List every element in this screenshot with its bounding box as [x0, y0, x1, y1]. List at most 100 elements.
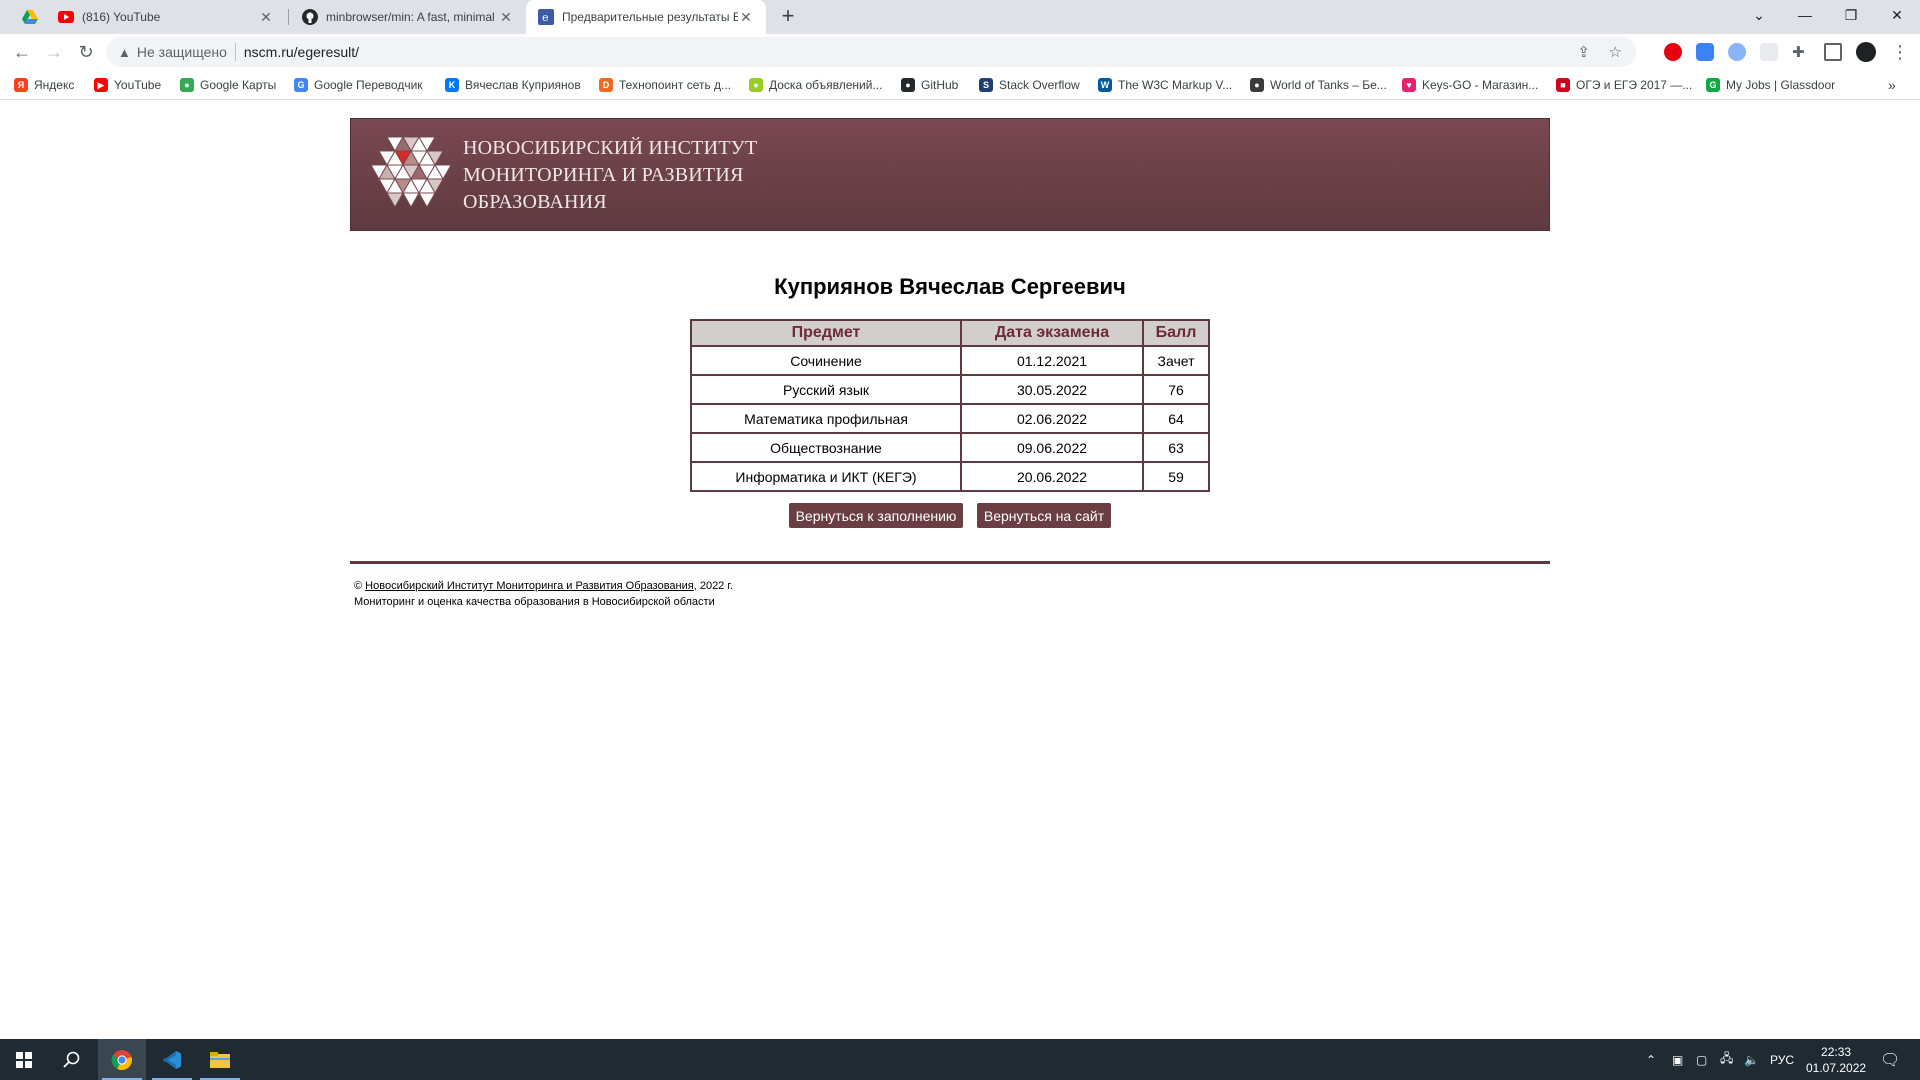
- windows-start-icon[interactable]: [0, 1039, 48, 1080]
- bookmark-vk[interactable]: K Вячеслав Куприянов: [445, 76, 581, 94]
- bookmark-oge-ege[interactable]: ■ ОГЭ и ЕГЭ 2017 —...: [1556, 76, 1692, 94]
- clock[interactable]: 22:33 01.07.2022: [1806, 1039, 1866, 1080]
- score-cell: 76: [1142, 374, 1210, 405]
- bookmark-google-maps[interactable]: ● Google Карты: [180, 76, 276, 94]
- bookmark-stackoverflow[interactable]: S Stack Overflow: [979, 76, 1080, 94]
- tab-title: minbrowser/min: A fast, minimal: [326, 10, 495, 24]
- bookmark-star-icon[interactable]: ☆: [1609, 37, 1622, 67]
- google-drive-icon: [22, 9, 38, 25]
- search-icon[interactable]: [48, 1039, 96, 1080]
- new-tab-button[interactable]: +: [776, 5, 800, 29]
- dns-icon: D: [599, 78, 613, 92]
- bookmark-world-of-tanks[interactable]: ● World of Tanks – Бе...: [1250, 76, 1387, 94]
- bookmark-youtube[interactable]: ▶ YouTube: [94, 76, 161, 94]
- bookmark-label: Stack Overflow: [999, 78, 1080, 92]
- chrome-taskbar-icon[interactable]: [98, 1039, 146, 1080]
- translate-icon: G: [294, 78, 308, 92]
- close-tab-icon[interactable]: ✕: [498, 9, 514, 26]
- bookmark-glassdoor[interactable]: G My Jobs | Glassdoor: [1706, 76, 1835, 94]
- institute-name-line: НОВОСИБИРСКИЙ ИНСТИТУТ: [463, 137, 758, 159]
- tab-search-icon[interactable]: ⌄: [1736, 0, 1782, 30]
- tab-title: (816) YouTube: [82, 10, 161, 24]
- footer-tagline: Мониторинг и оценка качества образования…: [354, 596, 715, 608]
- forward-arrow-icon[interactable]: →: [40, 38, 68, 66]
- vscode-taskbar-icon[interactable]: [148, 1039, 196, 1080]
- bookmark-w3c[interactable]: W The W3C Markup V...: [1098, 76, 1232, 94]
- reload-icon[interactable]: ↻: [72, 38, 100, 66]
- blank-extension-icon[interactable]: [1760, 43, 1778, 61]
- opera-extension-icon[interactable]: [1664, 43, 1682, 61]
- meet-now-icon[interactable]: ▣: [1672, 1039, 1683, 1080]
- bookmark-yandex[interactable]: Я Яндекс: [14, 76, 74, 94]
- footer-copyright: © Новосибирский Институт Мониторинга и Р…: [354, 578, 733, 594]
- security-status[interactable]: Не защищено: [137, 44, 227, 60]
- stackoverflow-icon: S: [979, 78, 993, 92]
- footer-divider: [350, 561, 1550, 564]
- date-cell: 30.05.2022: [960, 374, 1144, 405]
- share-icon[interactable]: ⇪: [1577, 37, 1590, 67]
- svg-text:e: e: [542, 11, 549, 24]
- restore-button[interactable]: ❐: [1828, 0, 1874, 30]
- back-arrow-icon[interactable]: ←: [8, 38, 36, 66]
- github-icon: [302, 9, 318, 25]
- bookmark-label: Google Карты: [200, 78, 277, 92]
- windows-taskbar: ⌃ ▣ ▢ 🖧 🔈 РУС 22:33 01.07.2022 🗨: [0, 1039, 1920, 1080]
- institute-name-line: ОБРАЗОВАНИЯ: [463, 191, 607, 213]
- screen-capture-icon[interactable]: ▢: [1696, 1039, 1707, 1080]
- close-tab-icon[interactable]: ✕: [738, 9, 754, 26]
- institute-link[interactable]: Новосибирский Институт Мониторинга и Раз…: [365, 580, 694, 592]
- bookmark-google-translate[interactable]: G Google Переводчик: [294, 76, 423, 94]
- close-tab-icon[interactable]: ✕: [258, 9, 274, 26]
- yandex-icon: Я: [14, 78, 28, 92]
- warning-icon[interactable]: ▲: [118, 45, 131, 60]
- bookmark-avito[interactable]: ● Доска объявлений...: [749, 76, 882, 94]
- menu-kebab-icon[interactable]: ⋮: [1886, 38, 1914, 66]
- more-bookmarks-icon[interactable]: »: [1888, 76, 1896, 94]
- institute-name: НОВОСИБИРСКИЙ ИНСТИТУТ МОНИТОРИНГА И РАЗ…: [463, 135, 757, 216]
- bookmark-technopoint[interactable]: D Технопоинт сеть д...: [599, 76, 731, 94]
- map-pin-icon: ●: [180, 78, 194, 92]
- bookmark-label: Доска объявлений...: [769, 78, 883, 92]
- bookmark-label: Google Переводчик: [314, 78, 423, 92]
- minimize-button[interactable]: —: [1782, 0, 1828, 30]
- file-explorer-icon[interactable]: [196, 1039, 244, 1080]
- close-window-button[interactable]: ✕: [1874, 0, 1920, 30]
- institute-banner: НОВОСИБИРСКИЙ ИНСТИТУТ МОНИТОРИНГА И РАЗ…: [350, 118, 1550, 231]
- network-icon[interactable]: 🖧: [1720, 1039, 1733, 1080]
- bookmarks-bar: Я Яндекс ▶ YouTube ● Google Карты G Google П…: [0, 70, 1920, 100]
- language-indicator[interactable]: РУС: [1770, 1039, 1794, 1080]
- tab-divider: [288, 9, 289, 25]
- url-text[interactable]: nscm.ru/egeresult/: [244, 44, 359, 60]
- notifications-icon[interactable]: 🗨: [1880, 1039, 1900, 1080]
- table-row: Обществознание 09.06.2022 63: [690, 432, 1210, 463]
- table-row: Сочинение 01.12.2021 Зачет: [690, 345, 1210, 376]
- search-extension-icon[interactable]: [1728, 43, 1746, 61]
- subject-cell: Сочинение: [690, 345, 962, 376]
- profile-avatar[interactable]: [1856, 42, 1876, 62]
- puzzle-extensions-icon[interactable]: ✚: [1792, 43, 1810, 61]
- table-header-row: Предмет Дата экзамена Балл: [690, 319, 1210, 347]
- glassdoor-icon: G: [1706, 78, 1720, 92]
- subject-cell: Обществознание: [690, 432, 962, 463]
- tab-results[interactable]: e Предварительные результаты Е ✕: [526, 0, 766, 34]
- tab-title: Предварительные результаты Е: [562, 10, 738, 24]
- tab-github[interactable]: minbrowser/min: A fast, minimal ✕: [290, 0, 526, 34]
- bookmark-github[interactable]: ● GitHub: [901, 76, 958, 94]
- back-to-form-button[interactable]: Вернуться к заполнению: [789, 503, 963, 528]
- score-cell: 64: [1142, 403, 1210, 434]
- square-icon: ■: [1556, 78, 1570, 92]
- footer-year: , 2022 г.: [693, 580, 734, 592]
- bookmark-label: Вячеслав Куприянов: [465, 78, 581, 92]
- subject-cell: Математика профильная: [690, 403, 962, 434]
- address-bar[interactable]: ▲ Не защищено nscm.ru/egeresult/ ⇪ ☆: [106, 37, 1636, 67]
- bookmark-keys-go[interactable]: ♥ Keys-GO - Магазин...: [1402, 76, 1538, 94]
- back-to-site-button[interactable]: Вернуться на сайт: [977, 503, 1111, 528]
- side-panel-icon[interactable]: [1824, 43, 1842, 61]
- tab-youtube[interactable]: (816) YouTube ✕: [46, 0, 286, 34]
- v-extension-icon[interactable]: [1696, 43, 1714, 61]
- score-cell: 63: [1142, 432, 1210, 463]
- show-hidden-icons-icon[interactable]: ⌃: [1646, 1039, 1656, 1080]
- student-name: Куприянов Вячеслав Сергеевич: [774, 274, 1126, 299]
- volume-icon[interactable]: 🔈: [1744, 1039, 1759, 1080]
- page-icon: e: [538, 9, 554, 25]
